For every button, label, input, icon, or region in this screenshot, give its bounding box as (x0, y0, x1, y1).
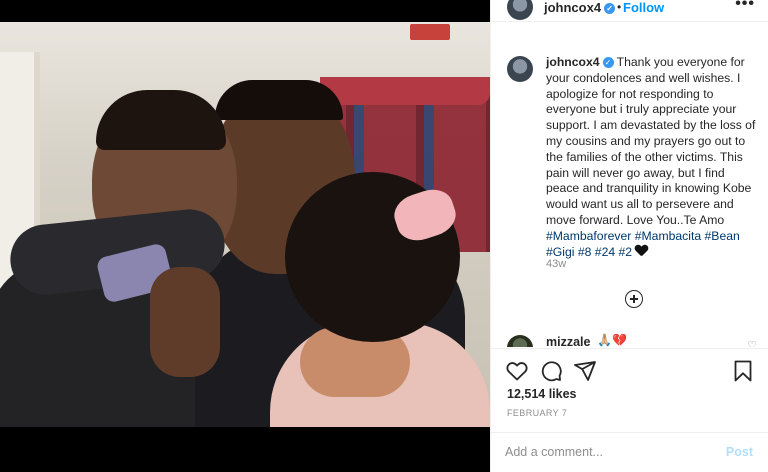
hashtag-link[interactable]: #2 (619, 245, 633, 259)
action-icons (505, 359, 755, 383)
share-icon[interactable] (573, 359, 597, 383)
photo-hand (150, 267, 220, 377)
heart-icon[interactable] (505, 359, 529, 383)
comment-like-icon[interactable]: ♡ (747, 339, 757, 347)
photo-figure-right-hair (215, 80, 343, 120)
post-media-panel (0, 0, 490, 472)
hashtag-link[interactable]: #8 (578, 245, 592, 259)
follow-button[interactable]: Follow (623, 0, 664, 15)
caption-author-avatar[interactable] (507, 56, 533, 82)
verified-icon: ✓ (604, 3, 616, 14)
caption-text: johncox4 ✓ Thank you everyone for your co… (546, 55, 758, 260)
more-icon[interactable]: ••• (735, 0, 755, 13)
post-actions: 12,514 likes FEBRUARY 7 Post (491, 348, 768, 472)
post-photo[interactable] (0, 22, 490, 427)
verified-icon: ✓ (602, 57, 614, 68)
comment-emoji: 🙏🏼💔 (597, 333, 627, 347)
commenter-username[interactable]: mizzale (546, 335, 590, 347)
photo-exit-sign (410, 24, 450, 40)
hashtag-link[interactable]: #Gigi (546, 245, 574, 259)
black-heart-icon (635, 245, 648, 257)
author-username[interactable]: johncox4 ✓ (544, 0, 616, 15)
post-date[interactable]: FEBRUARY 7 (507, 408, 567, 418)
caption-block: johncox4 ✓ Thank you everyone for your co… (491, 50, 768, 335)
author-avatar[interactable] (507, 0, 533, 20)
post-comment-button[interactable]: Post (726, 445, 753, 459)
header-separator: • (617, 0, 622, 14)
hashtag-link[interactable]: #Mambaforever (546, 229, 631, 243)
hashtag-link[interactable]: #Bean (705, 229, 740, 243)
post-sidebar: johncox4 ✓ • Follow ••• johncox4 ✓ Thank y… (490, 0, 768, 472)
comment-input[interactable] (505, 441, 705, 463)
caption-timestamp[interactable]: 43w (546, 258, 566, 270)
photo-valance (320, 77, 490, 105)
post-header: johncox4 ✓ • Follow ••• (491, 0, 768, 22)
commenter-avatar[interactable] (507, 335, 533, 347)
comment-row: mizzale 🙏🏼💔 ♡ (491, 333, 768, 347)
plus-circle-icon[interactable] (625, 290, 643, 308)
add-comment-bar: Post (491, 432, 768, 472)
comment-icon[interactable] (539, 359, 563, 383)
caption-body: Thank you everyone for your condolences … (546, 55, 756, 227)
bookmark-icon[interactable] (731, 359, 755, 383)
hashtag-link[interactable]: #24 (595, 245, 615, 259)
likes-count[interactable]: 12,514 likes (507, 387, 577, 401)
hashtag-link[interactable]: #Mambacita (635, 229, 701, 243)
caption-username[interactable]: johncox4 (546, 55, 600, 69)
